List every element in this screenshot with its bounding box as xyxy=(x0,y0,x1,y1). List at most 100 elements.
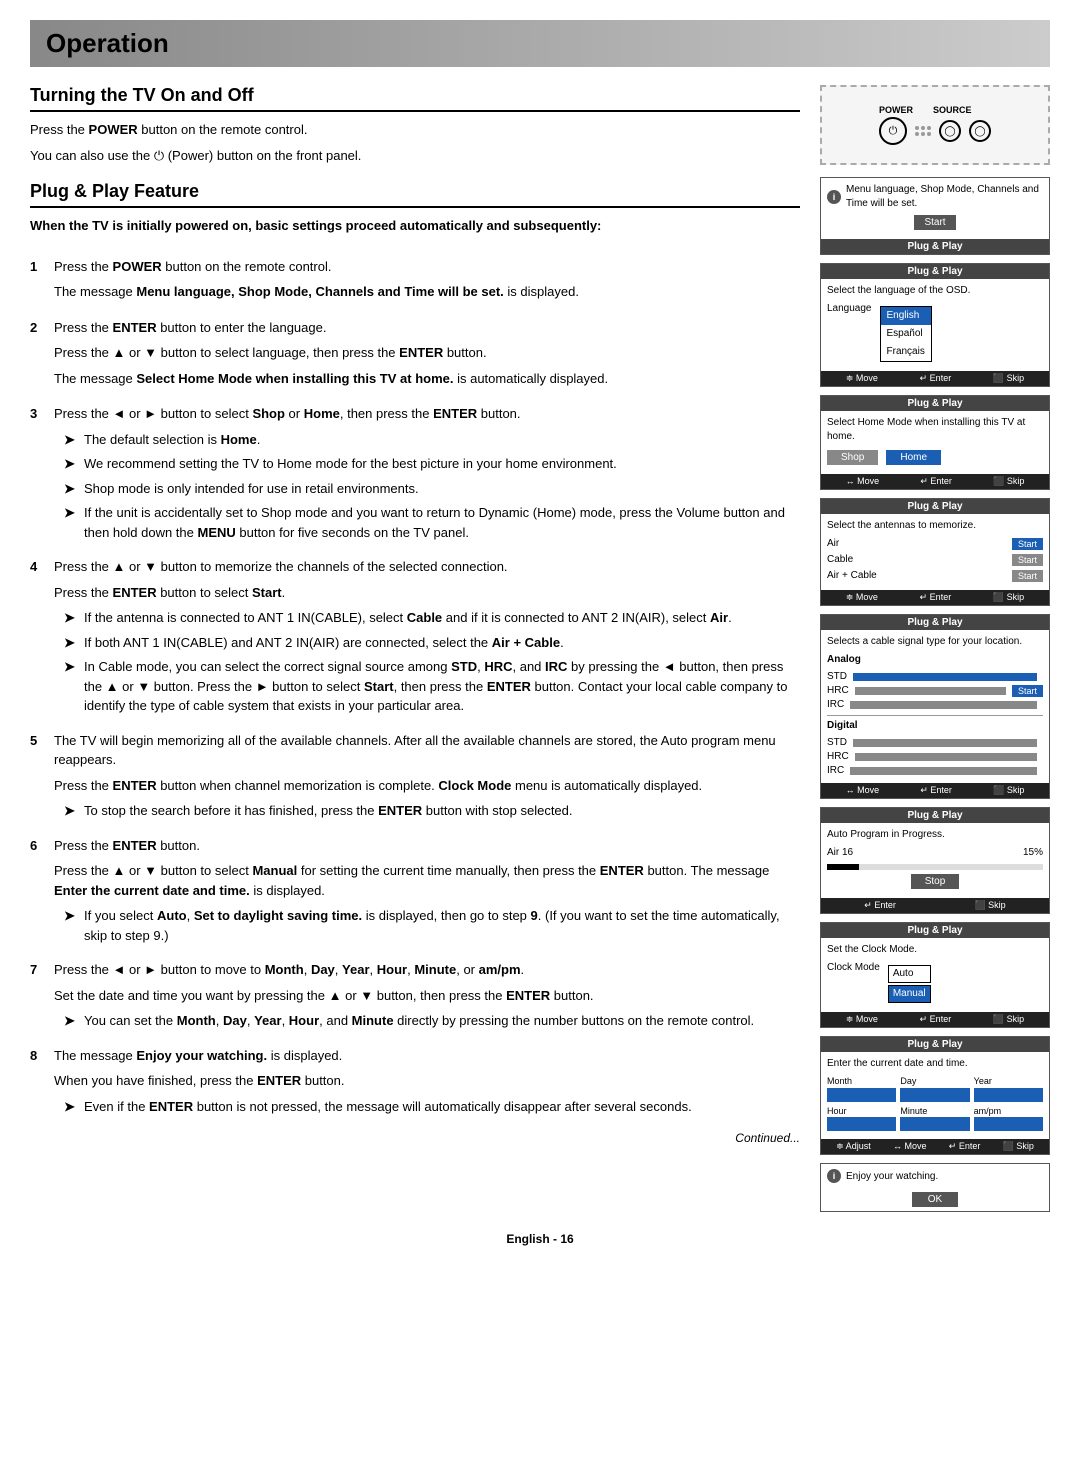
hrc-d-label: HRC xyxy=(827,750,849,764)
std-bar xyxy=(853,673,1037,681)
day-field: Day xyxy=(900,1075,969,1102)
pnp-header-4: Plug & Play xyxy=(821,499,1049,514)
step-2-num: 2 xyxy=(30,318,44,395)
pnp-box-3-body: Select Home Mode when installing this TV… xyxy=(821,411,1049,474)
cable-start-btn[interactable]: Start xyxy=(1012,554,1043,566)
air-cable-start-btn[interactable]: Start xyxy=(1012,570,1043,582)
minute-field: Minute xyxy=(900,1105,969,1132)
section-turning-tv: Turning the TV On and Off Press the POWE… xyxy=(30,85,800,165)
pnp-footer-3: ↔ Move ↵ Enter ⬛ Skip xyxy=(821,474,1049,489)
lang-francais[interactable]: Français xyxy=(881,343,931,361)
clock-auto[interactable]: Auto xyxy=(888,965,931,983)
pnp-header-1: Plug & Play xyxy=(821,239,1049,254)
enjoy-info-icon: i xyxy=(827,1169,841,1183)
pnp-box-6: Plug & Play Auto Program in Progress. Ai… xyxy=(820,807,1050,914)
step-8: 8 The message Enjoy your watching. is di… xyxy=(30,1046,800,1122)
pnp-header-5: Plug & Play xyxy=(821,615,1049,630)
minute-input[interactable] xyxy=(900,1117,969,1131)
stop-button[interactable]: Stop xyxy=(911,874,960,889)
air-start-btn[interactable]: Start xyxy=(1012,538,1043,550)
pnp-box-2-desc: Select the language of the OSD. xyxy=(827,284,1043,298)
irc-d-label: IRC xyxy=(827,764,844,778)
extra-button-icon: ◯ xyxy=(969,120,991,142)
hrc-row: HRC Start xyxy=(827,684,1043,698)
footer-move-8: ↔ Move xyxy=(893,1141,927,1152)
ampm-label: am/pm xyxy=(974,1105,1043,1118)
tv-controls: POWER SOURCE ⏻ ◯ ◯ xyxy=(879,105,991,145)
irc-d-bar xyxy=(850,767,1037,775)
step-7-bullets: ➤You can set the Month, Day, Year, Hour,… xyxy=(54,1011,800,1031)
ampm-input[interactable] xyxy=(974,1117,1043,1131)
pnp-footer-7: ≑ Move ↵ Enter ⬛ Skip xyxy=(821,1012,1049,1027)
hour-input[interactable] xyxy=(827,1117,896,1131)
source-label: SOURCE xyxy=(933,105,972,115)
footer-enter-6: ↵ Enter xyxy=(864,900,896,911)
bullet-item: ➤You can set the Month, Day, Year, Hour,… xyxy=(64,1011,800,1031)
footer-enter-7: ↵ Enter xyxy=(920,1014,952,1025)
step-8-num: 8 xyxy=(30,1046,44,1122)
pnp-header-8: Plug & Play xyxy=(821,1037,1049,1052)
language-select-box[interactable]: English Español Français xyxy=(880,306,932,362)
step-5-num: 5 xyxy=(30,731,44,826)
lang-espanol[interactable]: Español xyxy=(881,325,931,343)
pnp-box-1-body: i Menu language, Shop Mode, Channels and… xyxy=(821,178,1049,239)
step-3-bullets: ➤The default selection is Home. ➤We reco… xyxy=(54,430,800,543)
footer-enter-3: ↵ Enter xyxy=(920,476,952,487)
continued-text: Continued... xyxy=(30,1131,800,1145)
footer-skip-3: ⬛ Skip xyxy=(993,476,1024,487)
section2-title: Plug & Play Feature xyxy=(30,181,800,208)
info-icon: i xyxy=(827,190,841,204)
std-label: STD xyxy=(827,670,847,684)
pnp-box-2: Plug & Play Select the language of the O… xyxy=(820,263,1050,387)
std-d-row: STD xyxy=(827,736,1043,750)
pnp-box-3-desc: Select Home Mode when installing this TV… xyxy=(827,416,1043,444)
hrc-d-bar xyxy=(855,753,1037,761)
step-7-content: Press the ◄ or ► button to move to Month… xyxy=(54,960,800,1036)
month-label: Month xyxy=(827,1075,896,1088)
pnp-box-5-desc: Selects a cable signal type for your loc… xyxy=(827,635,1043,649)
pnp-box-4: Plug & Play Select the antennas to memor… xyxy=(820,498,1050,606)
step-7: 7 Press the ◄ or ► button to move to Mon… xyxy=(30,960,800,1036)
footer-enter-5: ↵ Enter xyxy=(920,785,952,796)
start-button-1[interactable]: Start xyxy=(914,215,955,230)
pnp-box-1: i Menu language, Shop Mode, Channels and… xyxy=(820,177,1050,255)
home-button[interactable]: Home xyxy=(886,450,941,465)
step-2-content: Press the ENTER button to enter the lang… xyxy=(54,318,800,395)
pnp-box-5-body: Selects a cable signal type for your loc… xyxy=(821,630,1049,783)
irc-row: IRC xyxy=(827,698,1043,712)
irc-label: IRC xyxy=(827,698,844,712)
step-1-content: Press the POWER button on the remote con… xyxy=(54,257,800,308)
date-row: Month Day Year xyxy=(827,1075,1043,1102)
year-input[interactable] xyxy=(974,1088,1043,1102)
bullet-item: ➤To stop the search before it has finish… xyxy=(64,801,800,821)
footer-move-4: ≑ Move xyxy=(846,592,878,603)
footer-adjust-8: ≑ Adjust xyxy=(836,1141,871,1152)
clock-manual[interactable]: Manual xyxy=(888,985,931,1003)
hrc-start-btn[interactable]: Start xyxy=(1012,685,1043,697)
ok-button[interactable]: OK xyxy=(912,1192,958,1207)
section1-p2: You can also use the ⏻ (Power) button on… xyxy=(30,146,800,166)
pnp-footer-2: ≑ Move ↵ Enter ⬛ Skip xyxy=(821,371,1049,386)
antenna-cable: Cable Start xyxy=(827,553,1043,567)
time-row: Hour Minute am/pm xyxy=(827,1105,1043,1132)
pnp-box-8-body: Enter the current date and time. Month D… xyxy=(821,1052,1049,1139)
pnp-box-1-text: Menu language, Shop Mode, Channels and T… xyxy=(846,183,1043,211)
progress-bar xyxy=(827,864,1043,870)
shop-button[interactable]: Shop xyxy=(827,450,878,465)
pnp-box-2-body: Select the language of the OSD. Language… xyxy=(821,279,1049,371)
footer-enter-8: ↵ Enter xyxy=(949,1141,981,1152)
pnp-footer-8: ≑ Adjust ↔ Move ↵ Enter ⬛ Skip xyxy=(821,1139,1049,1154)
step-5: 5 The TV will begin memorizing all of th… xyxy=(30,731,800,826)
hour-field: Hour xyxy=(827,1105,896,1132)
bullet-item: ➤If the unit is accidentally set to Shop… xyxy=(64,503,800,542)
footer-enter: ↵ Enter xyxy=(920,373,952,384)
minute-label: Minute xyxy=(900,1105,969,1118)
pnp-header-7: Plug & Play xyxy=(821,923,1049,938)
irc-d-row: IRC xyxy=(827,764,1043,778)
progress-fill xyxy=(827,864,859,870)
day-input[interactable] xyxy=(900,1088,969,1102)
month-input[interactable] xyxy=(827,1088,896,1102)
bullet-item: ➤If both ANT 1 IN(CABLE) and ANT 2 IN(AI… xyxy=(64,633,800,653)
step-5-bullets: ➤To stop the search before it has finish… xyxy=(54,801,800,821)
lang-english[interactable]: English xyxy=(881,307,931,325)
